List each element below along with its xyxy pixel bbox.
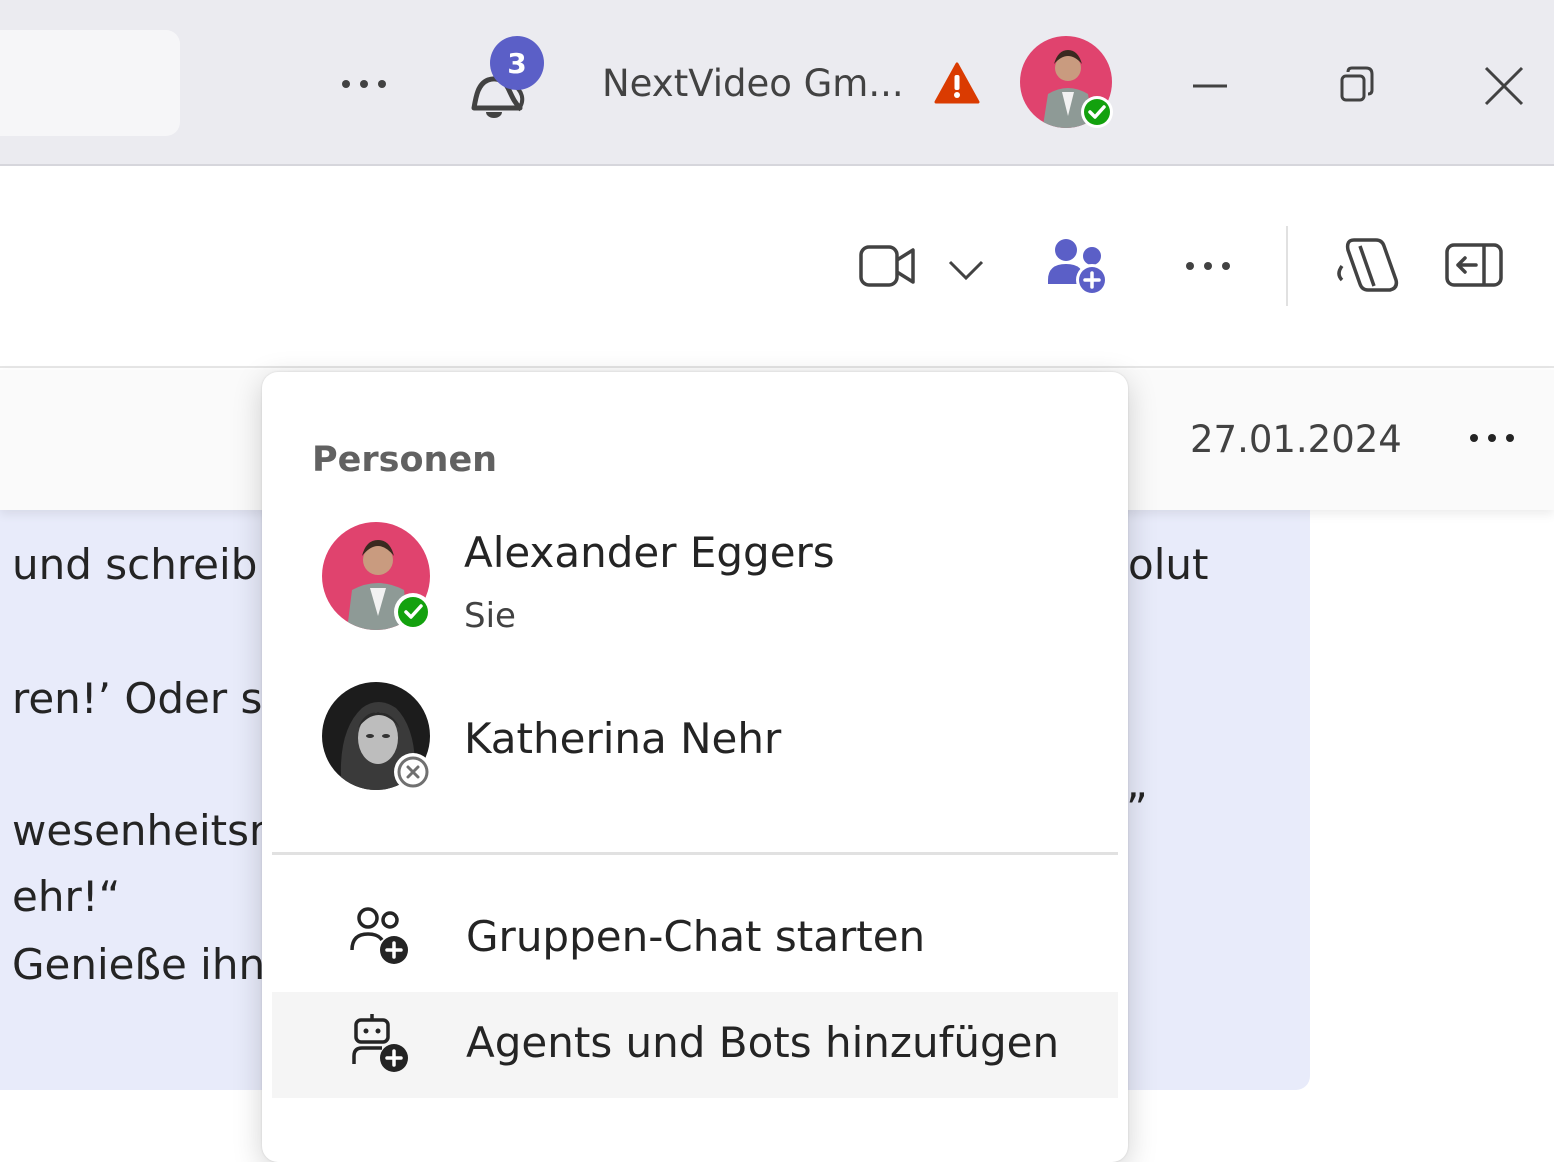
- popup-section-title: Personen: [312, 440, 498, 480]
- avatar: [322, 522, 438, 638]
- add-people-icon[interactable]: [1046, 236, 1112, 298]
- search-input[interactable]: [0, 30, 180, 136]
- message-text-fragment: ”: [1126, 784, 1148, 833]
- message-text-fragment: ehr!“: [12, 872, 121, 921]
- message-text-fragment: und schreib: [12, 540, 258, 589]
- status-available-icon: [1084, 99, 1110, 125]
- notification-count-badge: 3: [490, 36, 544, 90]
- action-label: Agents und Bots hinzufügen: [466, 1018, 1060, 1067]
- action-label: Gruppen-Chat starten: [466, 912, 926, 961]
- avatar: [322, 682, 438, 798]
- more-horizontal-icon[interactable]: [336, 66, 392, 102]
- more-horizontal-icon[interactable]: [1464, 420, 1520, 456]
- person-name: Katherina Nehr: [464, 714, 782, 763]
- person-item[interactable]: Katherina Nehr: [272, 672, 1118, 808]
- person-subtitle: Sie: [464, 596, 516, 636]
- group-add-icon: [350, 906, 412, 968]
- avatar[interactable]: [1020, 36, 1116, 132]
- add-agents-bots-item[interactable]: Agents und Bots hinzufügen: [272, 992, 1118, 1098]
- popup-divider: [272, 852, 1118, 855]
- person-item[interactable]: Alexander Eggers Sie: [272, 510, 1118, 650]
- more-horizontal-icon[interactable]: [1180, 248, 1236, 284]
- message-text-fragment: Genieße ihn!: [12, 940, 282, 989]
- video-camera-icon[interactable]: [858, 244, 918, 288]
- message-text-fragment: wesenheitsn: [12, 806, 276, 855]
- warning-triangle-icon[interactable]: [934, 62, 980, 104]
- message-date: 27.01.2024: [1190, 418, 1402, 461]
- minimize-icon[interactable]: [1180, 56, 1240, 116]
- organization-name[interactable]: NextVideo Gm...: [602, 62, 904, 105]
- chat-header: [0, 166, 1554, 368]
- header-divider: [1286, 226, 1288, 306]
- start-group-chat-item[interactable]: Gruppen-Chat starten: [272, 886, 1118, 992]
- status-available-icon: [398, 597, 428, 627]
- panel-collapse-icon[interactable]: [1444, 242, 1504, 290]
- person-name: Alexander Eggers: [464, 528, 835, 577]
- restore-icon[interactable]: [1328, 56, 1388, 116]
- close-icon[interactable]: [1474, 56, 1534, 116]
- copilot-icon[interactable]: [1334, 236, 1400, 296]
- message-text-fragment: ren!’ Oder s: [12, 674, 263, 723]
- bot-add-icon: [350, 1012, 412, 1074]
- chevron-down-icon[interactable]: [946, 256, 986, 284]
- message-text-fragment: olut: [1128, 540, 1209, 589]
